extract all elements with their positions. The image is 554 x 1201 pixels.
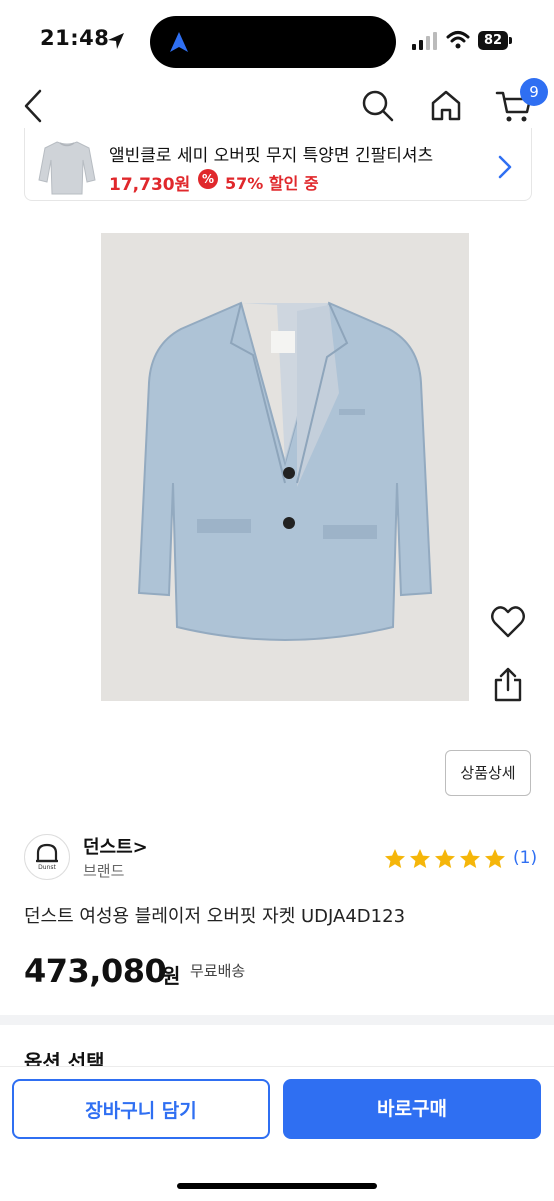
brand-name-link[interactable]: 던스트> bbox=[83, 833, 148, 859]
product-name: 던스트 여성용 블레이저 오버핏 자켓 UDJA4D123 bbox=[24, 906, 406, 927]
share-icon[interactable] bbox=[492, 666, 524, 702]
buy-now-button[interactable]: 바로구매 bbox=[283, 1079, 541, 1139]
promo-title: 앨빈클로 세미 오버핏 무지 특양면 긴팔티셔츠 bbox=[109, 146, 434, 166]
promo-banner[interactable]: 앨빈클로 세미 오버핏 무지 특양면 긴팔티셔츠 17,730원 % 57% 할… bbox=[24, 128, 532, 201]
section-divider bbox=[0, 1015, 554, 1025]
chevron-right-icon bbox=[498, 155, 512, 179]
status-time: 21:48 bbox=[40, 26, 110, 50]
battery-tip bbox=[509, 37, 512, 44]
product-price: 473,080 bbox=[24, 952, 167, 990]
battery-icon: 82 bbox=[478, 31, 508, 50]
brand-logo-text: Dunst bbox=[38, 864, 56, 871]
app-activity-icon bbox=[170, 32, 188, 52]
promo-thumbnail bbox=[35, 134, 99, 198]
brand-logo-mark bbox=[36, 843, 58, 863]
back-icon[interactable] bbox=[22, 88, 44, 124]
rating-count[interactable]: (1) bbox=[513, 848, 537, 868]
discount-percent-icon: % bbox=[198, 169, 218, 189]
rating-stars[interactable] bbox=[384, 848, 510, 874]
cart-badge: 9 bbox=[520, 78, 548, 106]
brand-label: 브랜드 bbox=[83, 862, 125, 880]
brand-logo[interactable]: Dunst bbox=[24, 834, 70, 880]
product-detail-button[interactable]: 상품상세 bbox=[445, 750, 531, 796]
home-indicator bbox=[177, 1183, 377, 1189]
promo-discount: 57% 할인 중 bbox=[225, 174, 319, 193]
location-arrow-icon bbox=[108, 33, 124, 49]
dynamic-island bbox=[150, 16, 396, 68]
wifi-icon bbox=[446, 31, 470, 49]
heart-icon[interactable] bbox=[490, 605, 526, 639]
shipping-info: 무료배송 bbox=[190, 962, 246, 980]
search-icon[interactable] bbox=[360, 88, 396, 124]
star-rating-icon bbox=[385, 849, 505, 868]
signal-icon bbox=[412, 32, 437, 50]
promo-price: 17,730원 bbox=[109, 175, 191, 195]
add-to-cart-button[interactable]: 장바구니 담기 bbox=[12, 1079, 270, 1139]
product-image[interactable] bbox=[101, 233, 469, 701]
blazer-illustration bbox=[137, 301, 433, 641]
home-icon[interactable] bbox=[428, 87, 464, 123]
price-unit: 원 bbox=[162, 964, 181, 988]
